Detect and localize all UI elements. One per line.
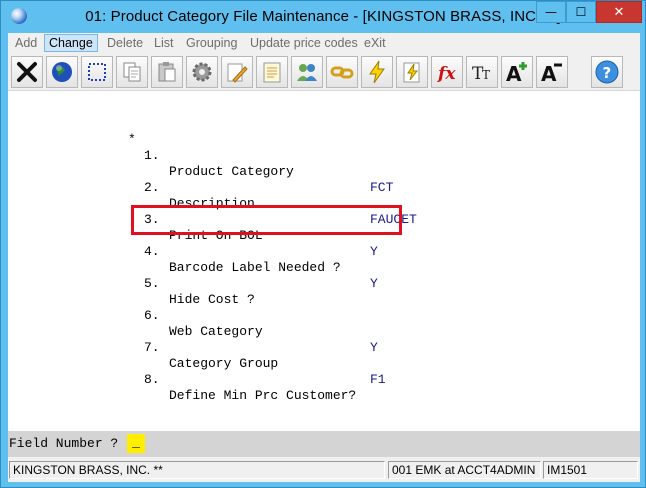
app-window: 01: Product Category File Maintenance - …: [0, 0, 646, 488]
toolbar: fx TT A A ?: [8, 53, 640, 91]
close-button[interactable]: ✕: [596, 1, 642, 23]
edit-pencil-icon[interactable]: [221, 56, 253, 88]
decrease-font-icon[interactable]: A: [536, 56, 568, 88]
highlight-annotation-box: [131, 205, 402, 235]
copy-icon[interactable]: [116, 56, 148, 88]
title-bar[interactable]: 01: Product Category File Maintenance - …: [1, 1, 645, 33]
menu-update-price-codes[interactable]: Update price codes: [250, 35, 358, 51]
svg-text:?: ?: [603, 64, 612, 82]
status-program: IM1501: [543, 461, 638, 479]
status-bar: KINGSTON BRASS, INC. ** 001 EMK at ACCT4…: [8, 457, 640, 482]
menu-exit[interactable]: eXit: [364, 35, 386, 51]
globe-icon[interactable]: [46, 56, 78, 88]
text-size-icon[interactable]: TT: [466, 56, 498, 88]
client-area: Add Change Delete List Grouping Update p…: [8, 33, 640, 482]
field-number-prompt: Field Number ?: [9, 436, 119, 451]
menu-change[interactable]: Change: [44, 34, 98, 52]
paste-icon[interactable]: [151, 56, 183, 88]
users-icon[interactable]: [291, 56, 323, 88]
menu-bar: Add Change Delete List Grouping Update p…: [8, 33, 640, 53]
menu-add[interactable]: Add: [15, 35, 37, 51]
field-number: 8.: [144, 372, 160, 387]
menu-list[interactable]: List: [154, 35, 173, 51]
lightning-document-icon[interactable]: [396, 56, 428, 88]
maximize-button[interactable]: ☐: [566, 1, 596, 23]
notepad-icon[interactable]: [256, 56, 288, 88]
menu-delete[interactable]: Delete: [107, 35, 143, 51]
current-field-marker: *: [128, 132, 136, 147]
settings-gear-icon[interactable]: [186, 56, 218, 88]
select-box-icon[interactable]: [81, 56, 113, 88]
field-number-input[interactable]: _: [127, 434, 145, 453]
svg-text:fx: fx: [437, 64, 456, 84]
svg-text:T: T: [482, 68, 490, 82]
menu-grouping[interactable]: Grouping: [186, 35, 237, 51]
command-line: Field Number ? _: [8, 431, 640, 457]
status-user: 001 EMK at ACCT4ADMIN: [388, 461, 541, 479]
minimize-button[interactable]: —: [536, 1, 566, 23]
exit-x-icon[interactable]: [11, 56, 43, 88]
function-fx-icon[interactable]: fx: [431, 56, 463, 88]
chain-link-icon[interactable]: [326, 56, 358, 88]
lightning-icon[interactable]: [361, 56, 393, 88]
field-row-8[interactable]: 8. Define Min Prc Customer?: [8, 340, 640, 436]
field-label: Define Min Prc Customer?: [169, 388, 357, 403]
increase-font-icon[interactable]: A: [501, 56, 533, 88]
help-icon[interactable]: ?: [591, 56, 623, 88]
status-company: KINGSTON BRASS, INC. **: [9, 461, 385, 479]
field-form: * 1. Product Category FCT 2. Description…: [8, 91, 640, 431]
